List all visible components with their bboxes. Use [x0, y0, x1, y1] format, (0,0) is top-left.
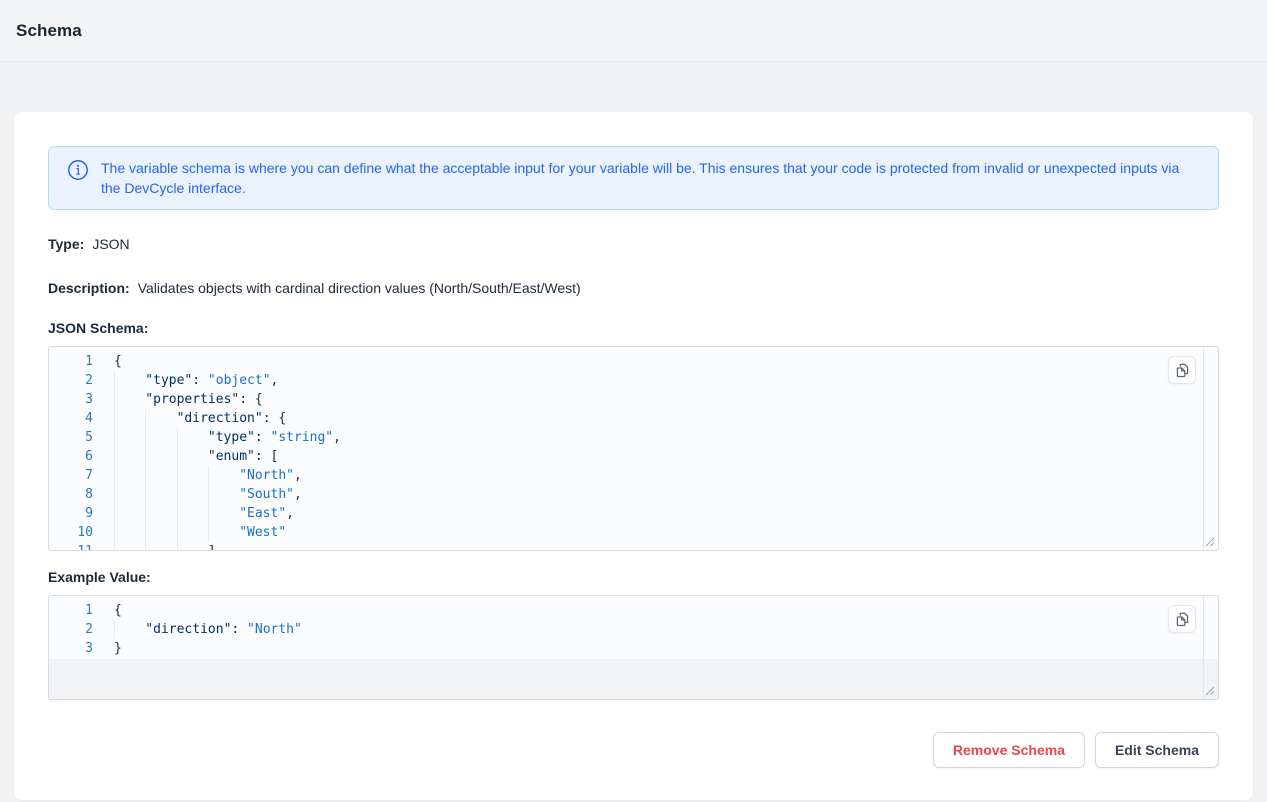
type-field: Type: JSON	[48, 234, 1219, 254]
resize-grip[interactable]	[1205, 686, 1215, 696]
line-number: 1	[49, 352, 93, 371]
code-line: 7"North",	[49, 466, 1218, 485]
line-number: 2	[49, 620, 93, 639]
line-number: 5	[49, 428, 93, 447]
line-number: 1	[49, 601, 93, 620]
page-header: Schema	[0, 0, 1267, 62]
info-alert: The variable schema is where you can def…	[48, 146, 1219, 210]
code-line: 11]	[49, 542, 1218, 551]
code-line: 1{	[49, 352, 1218, 371]
type-label: Type:	[48, 236, 84, 252]
code-line: 6"enum": [	[49, 447, 1218, 466]
schema-card: The variable schema is where you can def…	[14, 112, 1253, 800]
line-number: 11	[49, 542, 93, 551]
line-number: 6	[49, 447, 93, 466]
code-line: 4"direction": {	[49, 409, 1218, 428]
json-schema-editor[interactable]: 1{2"type": "object",3"properties": {4"di…	[48, 346, 1219, 551]
description-field: Description: Validates objects with cardi…	[48, 278, 1219, 298]
example-value-label: Example Value:	[48, 567, 1219, 587]
line-number: 7	[49, 466, 93, 485]
code-line: 3"properties": {	[49, 390, 1218, 409]
code-line: 9"East",	[49, 504, 1218, 523]
code-line: 2"type": "object",	[49, 371, 1218, 390]
line-number: 4	[49, 409, 93, 428]
description-value: Validates objects with cardinal directio…	[138, 280, 581, 296]
page-title: Schema	[16, 21, 82, 41]
code-line: 10"West"	[49, 523, 1218, 542]
line-number: 2	[49, 371, 93, 390]
copy-example-button[interactable]	[1168, 605, 1196, 633]
line-number: 8	[49, 485, 93, 504]
json-schema-label: JSON Schema:	[48, 318, 1219, 338]
copy-icon	[1174, 611, 1191, 628]
edit-schema-button[interactable]: Edit Schema	[1095, 732, 1219, 768]
copy-icon	[1174, 362, 1191, 379]
example-value-editor[interactable]: 1{2"direction": "North"3}	[48, 595, 1219, 700]
line-number: 3	[49, 390, 93, 409]
resize-grip[interactable]	[1205, 537, 1215, 547]
type-value: JSON	[92, 236, 129, 252]
remove-schema-button[interactable]: Remove Schema	[933, 732, 1085, 768]
code-line: 1{	[49, 601, 1218, 620]
code-line: 2"direction": "North"	[49, 620, 1218, 639]
line-number: 9	[49, 504, 93, 523]
editor-empty-area	[49, 659, 1218, 699]
line-number: 3	[49, 639, 93, 658]
copy-schema-button[interactable]	[1168, 356, 1196, 384]
line-number: 10	[49, 523, 93, 542]
action-buttons-row: Remove Schema Edit Schema	[48, 732, 1219, 768]
code-line: 3}	[49, 639, 1218, 658]
info-circle-icon	[67, 159, 89, 186]
info-alert-text: The variable schema is where you can def…	[101, 158, 1200, 198]
description-label: Description:	[48, 280, 130, 296]
code-line: 5"type": "string",	[49, 428, 1218, 447]
code-line: 8"South",	[49, 485, 1218, 504]
